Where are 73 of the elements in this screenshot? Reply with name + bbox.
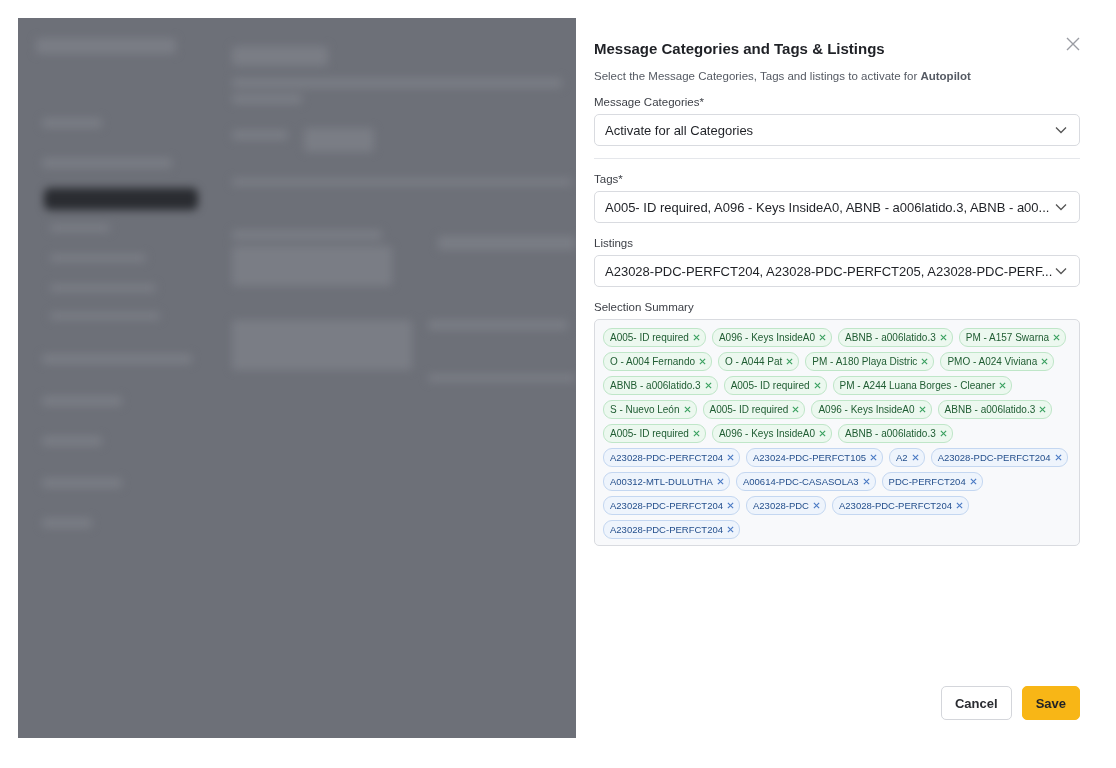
select-field[interactable]: A005- ID required, A096 - Keys InsideA0, ABNB - a006latido.3, ABNB - a00...	[594, 191, 1080, 223]
tag-chip: PM - A157 Swarna	[958, 328, 1067, 347]
close-icon[interactable]	[1066, 37, 1080, 51]
tag-chip: PDC-PERFCT204	[881, 472, 983, 491]
remove-icon[interactable]	[786, 358, 794, 365]
remove-icon[interactable]	[999, 382, 1007, 389]
remove-icon[interactable]	[939, 430, 947, 437]
tag-chip: A23028-PDC-PERFCT204	[603, 496, 740, 515]
tag-chip: A096 - Keys InsideA0	[711, 328, 833, 347]
remove-icon[interactable]	[716, 478, 724, 485]
tag-chip: ABNB - a006latido.3	[937, 400, 1053, 419]
remove-icon[interactable]	[813, 502, 820, 509]
remove-icon[interactable]	[862, 478, 870, 485]
remove-icon[interactable]	[792, 406, 800, 413]
tag-chip: A23028-PDC-PERFCT204	[930, 448, 1068, 467]
tag-chip: A23028-PDC	[746, 496, 826, 515]
remove-icon[interactable]	[1053, 334, 1061, 341]
remove-icon[interactable]	[727, 526, 734, 533]
tag-chip: A005- ID required	[702, 400, 806, 419]
tag-chip: A23028-PDC-PERFCT204	[603, 520, 740, 539]
remove-icon[interactable]	[819, 334, 827, 341]
dialog-subtitle: Select the Message Categories, Tags and listings to activate for Autopilot	[594, 70, 972, 82]
remove-icon[interactable]	[956, 502, 963, 509]
remove-icon[interactable]	[699, 358, 707, 365]
remove-icon[interactable]	[727, 502, 734, 509]
chevron-down-icon	[1055, 126, 1067, 134]
select-field[interactable]: A23028-PDC-PERFCT204, A23028-PDC-PERFCT205, A23028-PDC-PERF...	[594, 255, 1080, 287]
dialog-title: Message Categories and Tags & Listings	[594, 40, 885, 57]
tag-chip: A005- ID required	[603, 328, 706, 347]
remove-icon[interactable]	[692, 430, 700, 437]
remove-icon[interactable]	[939, 334, 947, 341]
remove-icon[interactable]	[683, 406, 691, 413]
remove-icon[interactable]	[1039, 406, 1047, 413]
chevron-down-icon	[1055, 267, 1067, 275]
chevron-down-icon	[1055, 203, 1067, 211]
select-field[interactable]: Activate for all Categories	[594, 114, 1080, 146]
remove-icon[interactable]	[870, 454, 877, 461]
remove-icon[interactable]	[704, 382, 712, 389]
tag-chip: A23028-PDC-PERFCT204	[603, 448, 740, 467]
tag-chip: A23028-PDC-PERFCT204	[832, 496, 969, 515]
tag-chip: PMO - A024 Viviana	[940, 352, 1055, 371]
field-label: Listings	[594, 237, 634, 249]
tag-chip: PM - A180 Playa Distric	[805, 352, 935, 371]
tag-chip: O - A044 Pat	[718, 352, 800, 371]
cancel-button[interactable]: Cancel	[941, 686, 1012, 720]
save-button[interactable]: Save	[1021, 686, 1080, 720]
remove-icon[interactable]	[911, 454, 919, 461]
tag-chip: A005- ID required	[603, 424, 706, 443]
tag-chip: A00614-PDC-CASASOLA3	[735, 472, 876, 491]
tag-chip: A2	[889, 448, 925, 467]
tag-chip: O - A004 Fernando	[603, 352, 713, 371]
remove-icon[interactable]	[819, 430, 827, 437]
tag-chip: A23024-PDC-PERFCT105	[746, 448, 883, 467]
remove-icon[interactable]	[918, 406, 926, 413]
tag-chip: A096 - Keys InsideA0	[711, 424, 833, 443]
remove-icon[interactable]	[813, 382, 821, 389]
field-label: Message Categories*	[594, 96, 705, 108]
tag-chip: ABNB - a006latido.3	[838, 424, 953, 443]
remove-icon[interactable]	[1041, 358, 1049, 365]
field-label: Tags*	[594, 173, 624, 185]
tag-chip: A00312-MTL-DULUTHA	[603, 472, 730, 491]
tag-chip: PM - A244 Luana Borges - Cleaner	[832, 376, 1013, 395]
tag-chip: A096 - Keys InsideA0	[811, 400, 932, 419]
tag-chip: S - Nuevo León	[603, 400, 697, 419]
tag-chip: ABNB - a006latido.3	[838, 328, 953, 347]
remove-icon[interactable]	[921, 358, 929, 365]
remove-icon[interactable]	[692, 334, 700, 341]
summary-label: Selection Summary	[594, 301, 695, 313]
remove-icon[interactable]	[1054, 454, 1062, 461]
tag-chip: A005- ID required	[723, 376, 827, 395]
tag-chip: ABNB - a006latido.3	[603, 376, 718, 395]
remove-icon[interactable]	[727, 454, 734, 461]
remove-icon[interactable]	[969, 478, 977, 485]
